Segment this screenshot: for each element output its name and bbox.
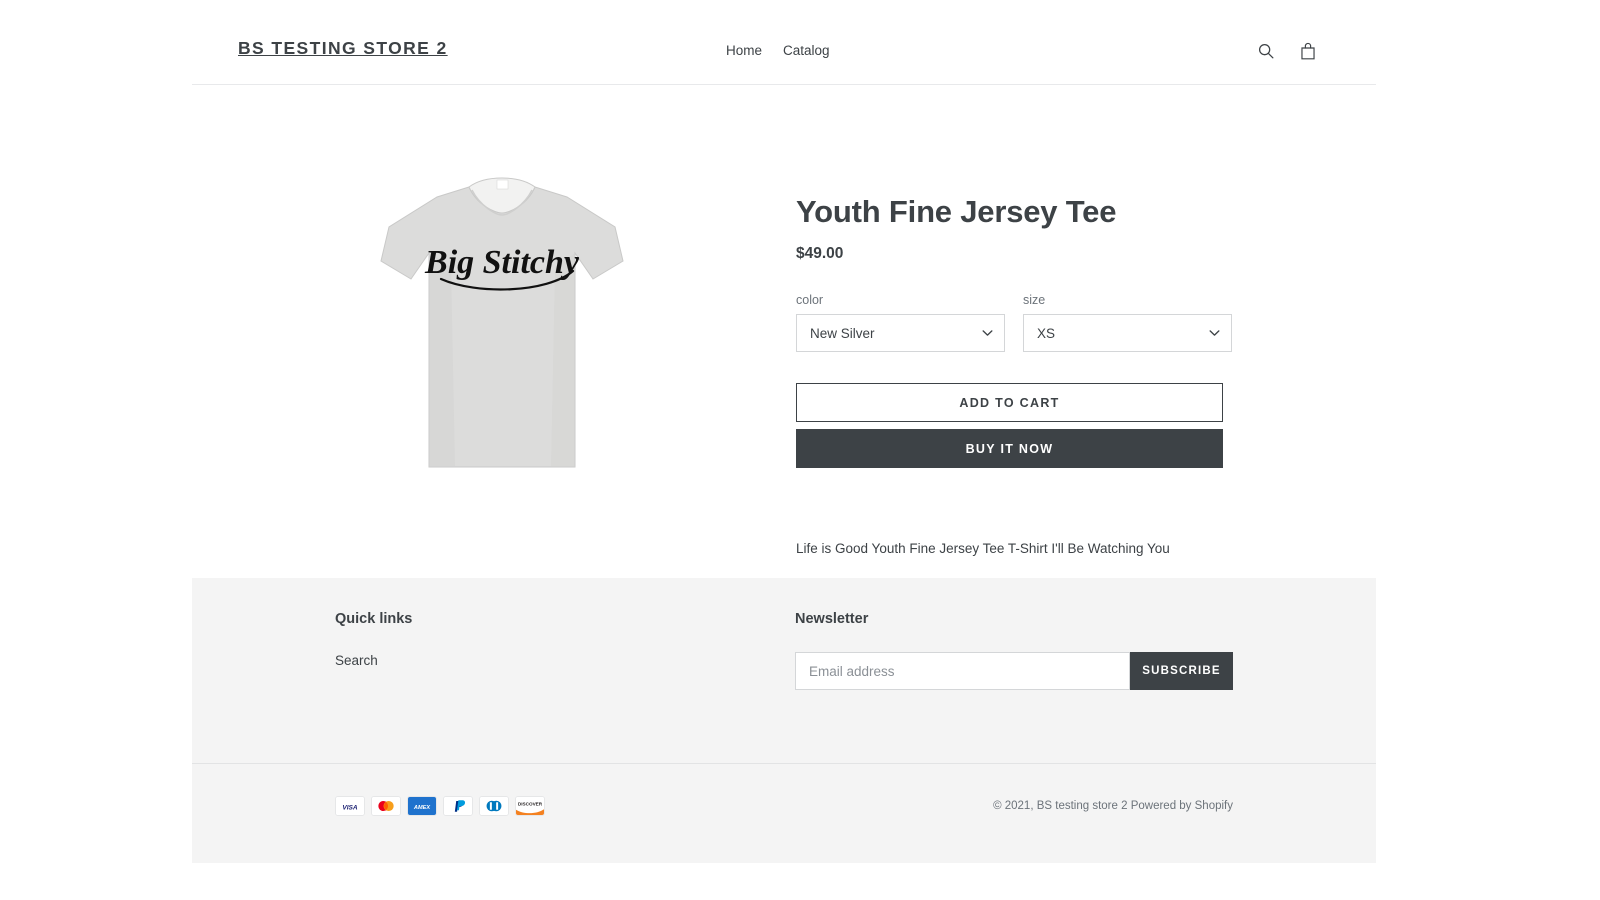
- paypal-icon: [443, 796, 473, 816]
- nav-item-home[interactable]: Home: [726, 43, 762, 58]
- main-navigation: Home Catalog: [726, 43, 830, 58]
- cart-icon[interactable]: [1295, 38, 1321, 64]
- search-icon[interactable]: [1253, 38, 1279, 64]
- amex-icon: AMEX: [407, 796, 437, 816]
- product-price: $49.00: [796, 245, 844, 263]
- header-actions: [1253, 38, 1321, 64]
- subscribe-button[interactable]: Subscribe: [1130, 652, 1233, 690]
- diners-club-icon: [479, 796, 509, 816]
- chevron-down-icon: [982, 330, 993, 337]
- chevron-down-icon: [1209, 330, 1220, 337]
- mastercard-icon: [371, 796, 401, 816]
- copyright-text: © 2021, BS testing store 2 Powered by Sh…: [993, 800, 1233, 812]
- svg-text:AMEX: AMEX: [413, 805, 431, 811]
- buy-it-now-button[interactable]: Buy it now: [796, 429, 1223, 469]
- variant-group-size: size XS: [1023, 293, 1232, 353]
- variant-group-color: color New Silver: [796, 293, 1005, 353]
- product-image[interactable]: Big Stitchy: [212, 115, 792, 535]
- copyright-owner: © 2021, BS testing store 2: [993, 800, 1128, 812]
- color-select[interactable]: New Silver: [796, 314, 1005, 353]
- footer-quick-links: Quick links Search: [335, 611, 795, 690]
- footer-bottom-bar: VISA AMEX DISCOVER © 2021, BS testing st…: [192, 763, 1376, 863]
- site-header: BS testing store 2 Home Catalog: [192, 0, 1376, 85]
- product-description: Life is Good Youth Fine Jersey Tee T-Shi…: [796, 541, 1170, 557]
- shirt-graphic-text: Big Stitchy: [424, 244, 580, 281]
- footer-newsletter: Newsletter Subscribe: [795, 611, 1235, 690]
- footer-columns: Quick links Search Newsletter Subscribe: [335, 611, 1235, 690]
- tshirt-illustration: Big Stitchy: [380, 177, 624, 468]
- email-input[interactable]: [795, 652, 1130, 690]
- visa-icon: VISA: [335, 796, 365, 816]
- size-select[interactable]: XS: [1023, 314, 1232, 353]
- svg-text:VISA: VISA: [342, 804, 358, 811]
- purchase-buttons: Add to cart Buy it now: [796, 383, 1231, 469]
- variant-label-color: color: [796, 293, 824, 308]
- newsletter-form: Subscribe: [795, 652, 1235, 690]
- site-footer: Quick links Search Newsletter Subscribe: [192, 578, 1376, 863]
- discover-icon: DISCOVER: [515, 796, 545, 816]
- quick-links-heading: Quick links: [335, 611, 413, 627]
- payment-methods: VISA AMEX DISCOVER: [335, 796, 545, 816]
- product-section: Big Stitchy Youth Fine Jersey Tee $49.00…: [192, 85, 1376, 618]
- size-select-value: XS: [1037, 325, 1056, 341]
- content-container: BS testing store 2 Home Catalog: [192, 0, 1376, 900]
- footer-link-search[interactable]: Search: [335, 653, 378, 668]
- svg-text:DISCOVER: DISCOVER: [518, 802, 543, 807]
- variant-label-size: size: [1023, 293, 1046, 308]
- page-root: BS testing store 2 Home Catalog: [0, 0, 1600, 900]
- nav-item-catalog[interactable]: Catalog: [783, 43, 830, 58]
- powered-by-shopify-link[interactable]: Powered by Shopify: [1131, 800, 1233, 812]
- variant-selectors: color New Silver size XS: [796, 293, 1232, 353]
- product-title: Youth Fine Jersey Tee: [796, 194, 1117, 229]
- store-logo[interactable]: BS testing store 2: [238, 38, 448, 59]
- newsletter-heading: Newsletter: [795, 611, 869, 627]
- tshirt-graphic: Big Stitchy: [377, 175, 627, 475]
- add-to-cart-button[interactable]: Add to cart: [796, 383, 1223, 423]
- color-select-value: New Silver: [810, 325, 875, 341]
- product-details: Youth Fine Jersey Tee $49.00 color New S…: [796, 194, 1232, 618]
